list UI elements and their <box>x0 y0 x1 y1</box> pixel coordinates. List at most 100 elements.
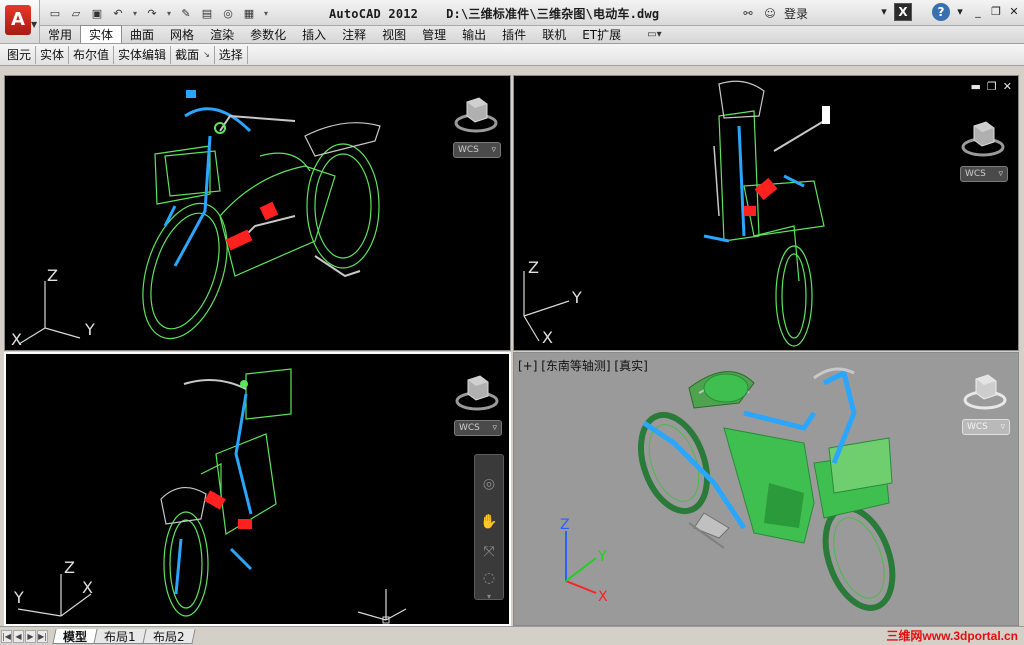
tab-output[interactable]: 输出 <box>454 25 494 43</box>
last-tab-icon[interactable]: ▶| <box>37 629 48 643</box>
customize-icon[interactable]: ▾ <box>261 9 271 18</box>
tab-manage[interactable]: 管理 <box>414 25 454 43</box>
wcs-menu[interactable]: WCS ▿ <box>454 420 502 436</box>
zoom-icon[interactable]: ⤧ <box>478 541 500 563</box>
wcs-menu[interactable]: WCS ▿ <box>960 166 1008 182</box>
panel-primitive[interactable]: 图元 <box>3 45 37 64</box>
chevron-down-icon[interactable]: ▾ <box>478 585 500 607</box>
publish-icon[interactable]: ▦ <box>240 4 258 22</box>
ucs-x-label: X <box>598 589 608 605</box>
panel-label: 选择 <box>218 48 243 62</box>
bicycle-wireframe <box>523 80 830 347</box>
panel-section[interactable]: 截面 ↘ <box>171 45 215 64</box>
tab-render[interactable]: 渲染 <box>202 25 242 43</box>
undo-icon[interactable]: ↶ <box>109 4 127 22</box>
panel-solid-editing[interactable]: 实体编辑 <box>114 45 172 64</box>
wcs-label: WCS <box>967 422 988 432</box>
tab-layout1[interactable]: 布局1 <box>93 628 147 644</box>
ribbon-tab-bar: 常用 实体 曲面 网格 渲染 参数化 插入 注释 视图 管理 输出 插件 联机 … <box>40 25 1024 44</box>
pan-icon[interactable]: ✋ <box>478 511 500 533</box>
redo-icon[interactable]: ↷ <box>143 4 161 22</box>
viewcube-icon[interactable] <box>453 92 499 138</box>
saveas-icon[interactable]: ▤ <box>198 4 216 22</box>
restore-icon[interactable]: ❐ <box>988 3 1004 19</box>
ucs-z-label: Z <box>64 558 75 577</box>
bicycle-shaded <box>565 367 896 611</box>
next-tab-icon[interactable]: ▶ <box>25 629 36 643</box>
chevron-down-icon: ▿ <box>492 423 497 433</box>
viewport-top-left[interactable]: Z X Y WCS ▿ <box>4 75 511 351</box>
tab-insert[interactable]: 插入 <box>294 25 334 43</box>
tab-surface[interactable]: 曲面 <box>122 25 162 43</box>
wcs-label: WCS <box>965 169 986 179</box>
ribbon-minimize-icon[interactable]: ▭▾ <box>647 25 661 43</box>
prev-tab-icon[interactable]: ◀ <box>13 629 24 643</box>
help-icon[interactable]: ? <box>932 3 950 21</box>
open-icon[interactable]: ▱ <box>67 4 85 22</box>
redo-dropdown-icon[interactable]: ▾ <box>164 9 174 18</box>
quick-access-toolbar: ▭ ▱ ▣ ↶ ▾ ↷ ▾ ✎ ▤ ◎ ▦ ▾ <box>46 3 271 23</box>
tab-annotate[interactable]: 注释 <box>334 25 374 43</box>
user-icon[interactable]: ☺ <box>762 5 778 21</box>
new-icon[interactable]: ▭ <box>46 4 64 22</box>
undo-dropdown-icon[interactable]: ▾ <box>130 9 140 18</box>
panel-solid[interactable]: 实体 <box>36 45 70 64</box>
viewcube-icon[interactable] <box>454 370 500 416</box>
chevron-down-icon: ▿ <box>1000 422 1005 432</box>
tab-solid[interactable]: 实体 <box>80 25 123 43</box>
autocad-logo-icon: A <box>5 5 31 35</box>
binoculars-icon[interactable]: ⚯ <box>740 5 756 21</box>
panel-label: 图元 <box>7 48 32 62</box>
tab-label: 模型 <box>63 629 88 643</box>
viewport-bottom-left[interactable]: Z Y X WCS ▿ ◎ ✋ ⤧ ◌ ▾ <box>4 352 511 626</box>
autocad-window: ▭ ▱ ▣ ↶ ▾ ↷ ▾ ✎ ▤ ◎ ▦ ▾ AutoCAD 2012 D:\三… <box>0 0 1024 645</box>
drawing-area[interactable]: Z X Y WCS ▿ ▬ ❐ ✕ Z X Y WCS ▿ Z Y X WCS … <box>0 66 1024 626</box>
tab-plugins[interactable]: 插件 <box>494 25 534 43</box>
tab-online[interactable]: 联机 <box>534 25 574 43</box>
ucs-z-label: Z <box>47 266 58 285</box>
application-menu-button[interactable]: A ▼ <box>0 0 40 44</box>
tab-parametric[interactable]: 参数化 <box>242 25 294 43</box>
tab-mesh[interactable]: 网格 <box>162 25 202 43</box>
ucs-y-label: Y <box>14 588 24 607</box>
panel-boolean[interactable]: 布尔值 <box>69 45 115 64</box>
tab-view[interactable]: 视图 <box>374 25 414 43</box>
steeringwheel-icon[interactable]: ◎ <box>478 473 500 495</box>
viewport-bottom-right[interactable]: [+] [东南等轴测] [真实] Z X Y WCS ▿ <box>513 352 1019 626</box>
first-tab-icon[interactable]: |◀ <box>1 629 12 643</box>
help-dropdown-icon[interactable]: ▾ <box>952 3 968 19</box>
tab-label: 布局1 <box>104 629 136 643</box>
print-preview-icon[interactable]: ◎ <box>219 4 237 22</box>
bicycle-wireframe <box>18 90 381 345</box>
panel-launcher-icon[interactable]: ↘ <box>203 50 210 59</box>
ucs-x-label: X <box>542 328 553 347</box>
ucs-x-label: X <box>11 330 22 349</box>
wcs-label: WCS <box>459 423 480 433</box>
tab-model[interactable]: 模型 <box>52 628 98 644</box>
viewcube-icon[interactable] <box>962 369 1008 415</box>
viewcube-icon[interactable] <box>960 116 1006 162</box>
window-controls: ▾ X ? ▾ _ ❐ ✕ <box>876 3 1022 21</box>
minimize-icon[interactable]: _ <box>970 3 986 19</box>
exchange-icon[interactable]: X <box>894 3 912 21</box>
wcs-menu[interactable]: WCS ▿ <box>453 142 501 158</box>
login-link[interactable]: 登录 <box>784 5 808 22</box>
tab-express-tools[interactable]: ET扩展 <box>574 25 629 43</box>
tab-label: 布局2 <box>152 629 185 643</box>
ucs-y-label: Y <box>598 549 607 565</box>
save-icon[interactable]: ▣ <box>88 4 106 22</box>
panel-label: 布尔值 <box>73 48 110 62</box>
app-title: AutoCAD 2012 <box>329 7 419 21</box>
tab-home[interactable]: 常用 <box>40 25 80 43</box>
wcs-label: WCS <box>458 145 479 155</box>
chevron-down-icon: ▿ <box>491 145 496 155</box>
chevron-down-icon[interactable]: ▾ <box>876 3 892 19</box>
close-icon[interactable]: ✕ <box>1006 3 1022 19</box>
plot-icon[interactable]: ✎ <box>177 4 195 22</box>
tab-layout2[interactable]: 布局2 <box>142 628 195 644</box>
ribbon-panel-strip: 图元 实体 布尔值 实体编辑 截面 ↘ 选择 <box>0 44 1024 66</box>
viewport-top-right[interactable]: ▬ ❐ ✕ Z X Y WCS ▿ <box>513 75 1019 351</box>
wcs-menu[interactable]: WCS ▿ <box>962 419 1010 435</box>
panel-selection[interactable]: 选择 <box>215 45 248 64</box>
